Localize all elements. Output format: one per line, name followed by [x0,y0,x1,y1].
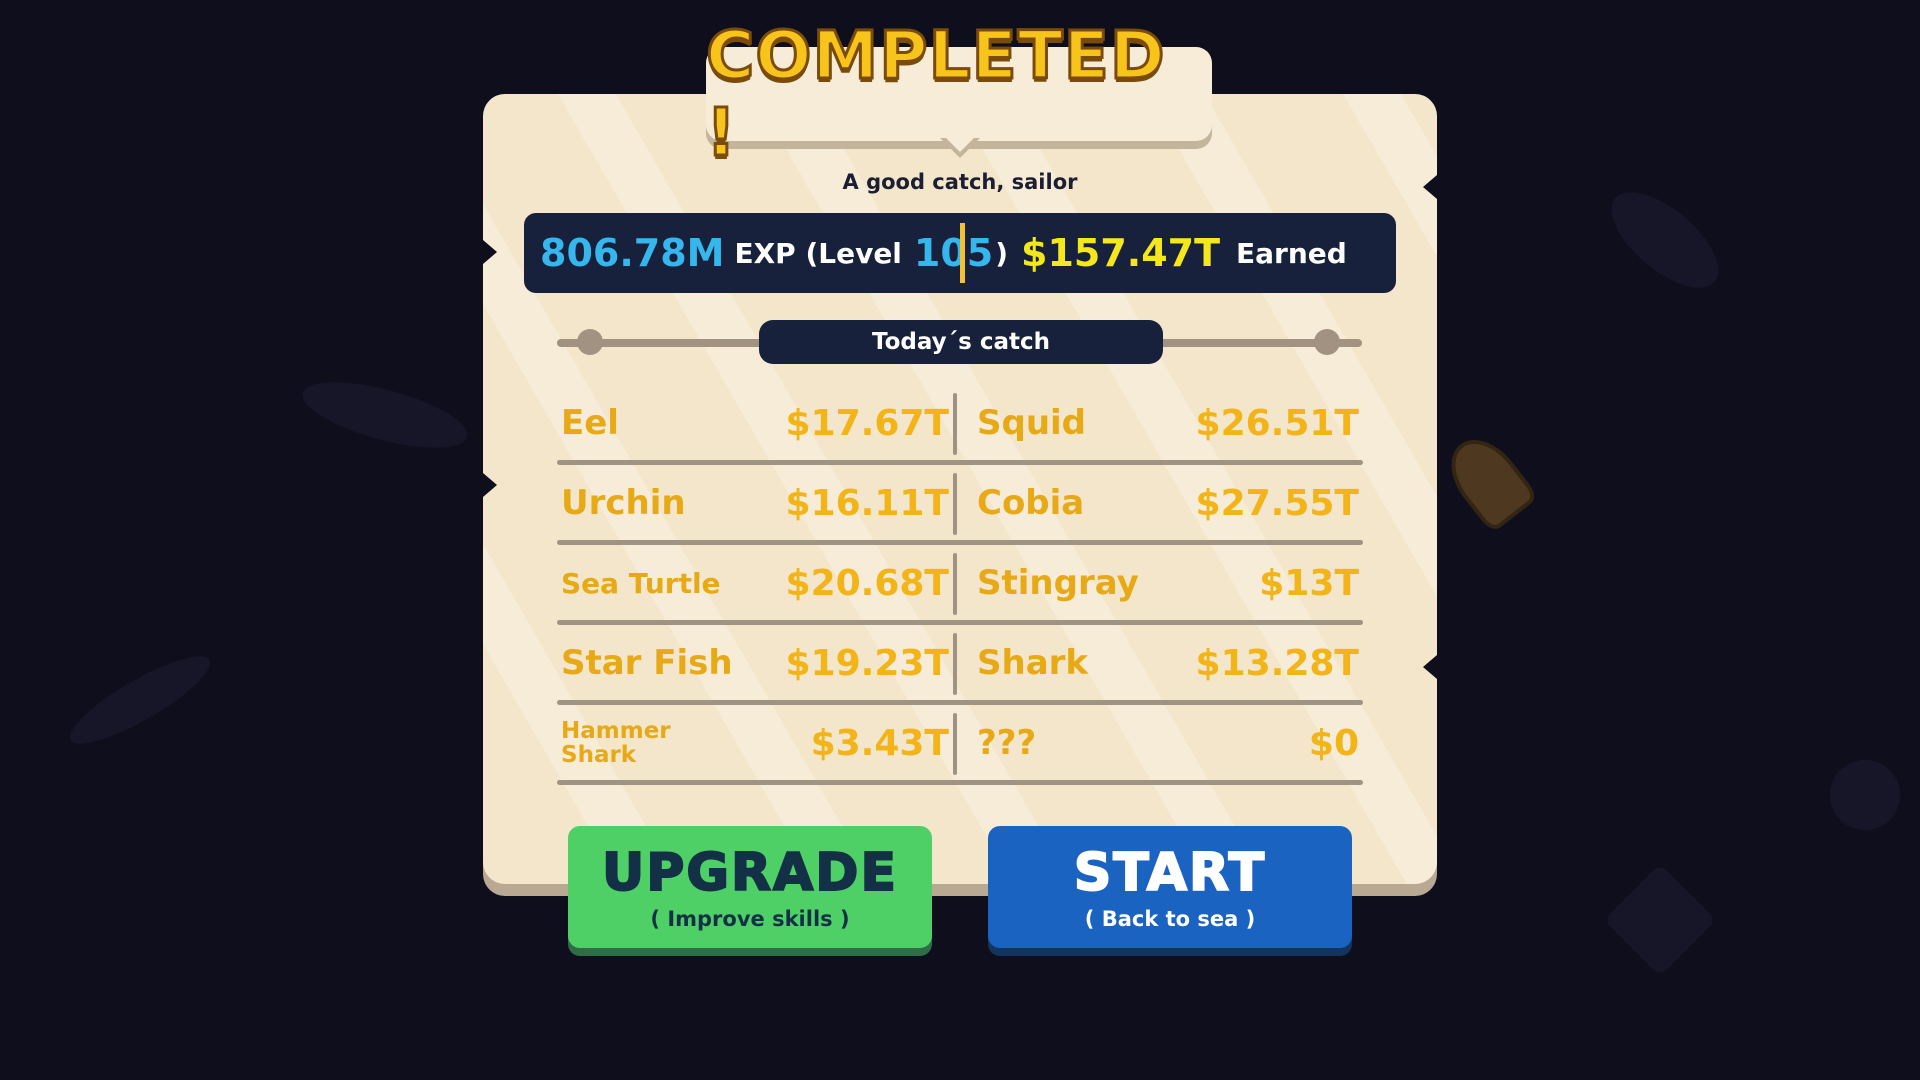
catch-heading: Today´s catch [759,320,1163,364]
catch-name: Eel [561,403,619,443]
background-fish-silhouette [296,368,474,462]
catch-name: Cobia [977,483,1085,523]
catch-name: Urchin [561,483,686,523]
earned-summary: $157.47T Earned [1021,213,1347,293]
catch-value: $19.23T [785,642,949,684]
catch-value: $17.67T [785,402,949,444]
column-divider [953,553,957,615]
subtitle: A good catch, sailor [842,170,1078,194]
catch-value: $13.28T [1195,642,1359,684]
background-fish-silhouette [1603,863,1717,977]
upgrade-button-label: UPGRADE [601,842,898,904]
exp-value: 806.78M [540,231,725,275]
table-row: Sea Turtle $20.68T Stingray $13T [557,545,1363,625]
table-row: Hammer Shark $3.43T ??? $0 [557,705,1363,785]
catch-name: Star Fish [561,643,733,683]
exp-label-close: ) [995,236,1009,270]
column-divider [953,473,957,535]
panel-notch [1423,655,1437,679]
catch-name: Stingray [977,563,1139,603]
table-row: Eel $17.67T Squid $26.51T [557,385,1363,465]
boat-icon [1436,426,1540,534]
row-divider [557,780,1363,785]
catch-value: $13T [1259,562,1359,604]
catch-name: ??? [977,723,1037,763]
stats-bar: 806.78M EXP (Level 105 ) $157.47T Earned [524,213,1396,293]
column-divider [953,713,957,775]
column-divider [953,393,957,455]
catch-value: $16.11T [785,482,949,524]
earned-value: $157.47T [1021,231,1220,275]
catch-value: $20.68T [785,562,949,604]
background-fish-silhouette [1595,175,1735,305]
catch-name: Sea Turtle [561,566,721,600]
catch-value: $0 [1308,722,1359,764]
upgrade-button[interactable]: UPGRADE ( Improve skills ) [568,826,932,948]
catch-value: $27.55T [1195,482,1359,524]
earned-label: Earned [1236,236,1347,270]
level-value: 105 [913,231,994,275]
column-divider [953,633,957,695]
start-button-sublabel: ( Back to sea ) [1084,907,1256,931]
exp-label: EXP (Level [734,236,902,270]
title-pointer-inner [944,136,976,152]
upgrade-button-sublabel: ( Improve skills ) [650,907,850,931]
catch-table: Eel $17.67T Squid $26.51T Urchin $16.11T… [557,385,1363,785]
panel-notch [483,473,497,497]
table-row: Star Fish $19.23T Shark $13.28T [557,625,1363,705]
start-button-label: START [1073,842,1267,904]
catch-value: $26.51T [1195,402,1359,444]
catch-value: $3.43T [810,722,949,764]
background-fish-silhouette [60,642,220,758]
table-row: Urchin $16.11T Cobia $27.55T [557,465,1363,545]
panel-notch [483,240,497,264]
rail-knob [1314,329,1340,355]
rail-knob [577,329,603,355]
catch-name: Hammer Shark [561,718,671,768]
exp-summary: 806.78M EXP (Level 105 ) [540,213,1008,293]
catch-name: Squid [977,403,1087,443]
catch-name: Shark [977,643,1089,683]
title-banner: COMPLETED ! [705,16,1212,173]
start-button[interactable]: START ( Back to sea ) [988,826,1352,948]
stats-divider [960,223,965,283]
background-fish-silhouette [1830,760,1900,830]
